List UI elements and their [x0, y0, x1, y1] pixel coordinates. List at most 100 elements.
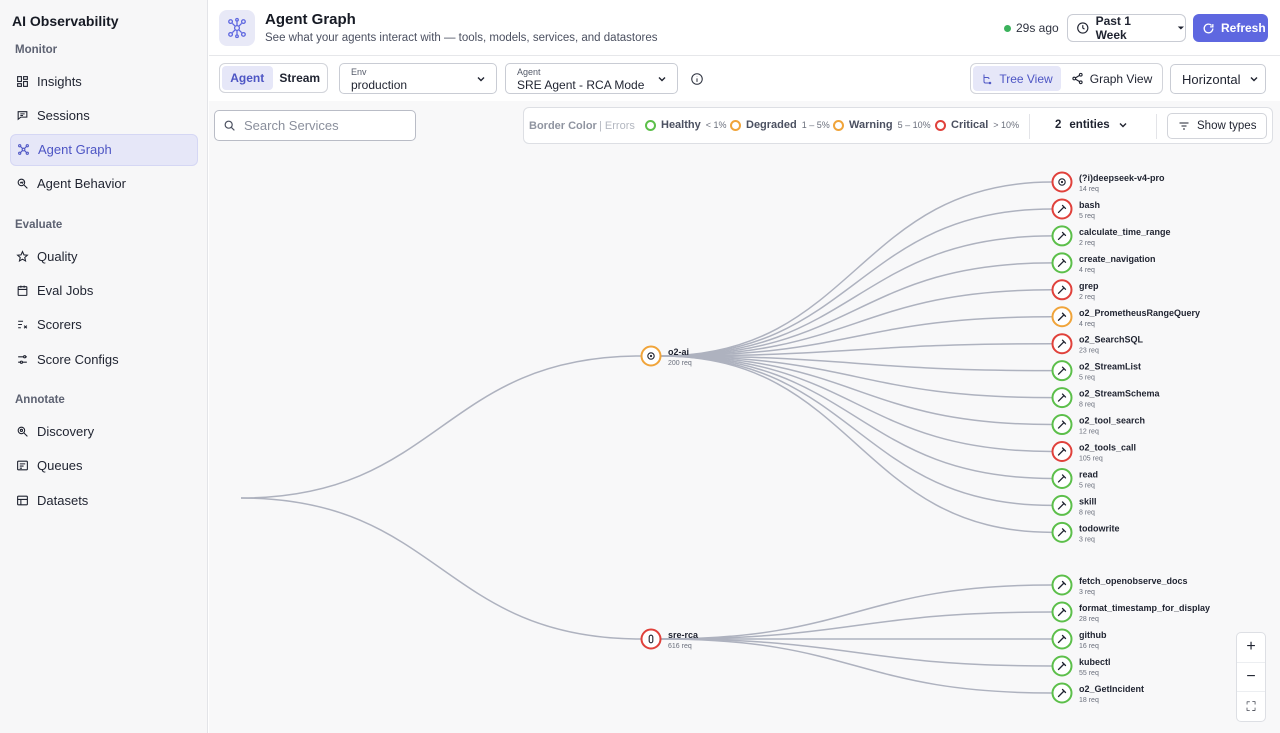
agent-select[interactable]: Agent SRE Agent - RCA Mode [505, 63, 678, 94]
star-icon [16, 249, 29, 263]
graph-edge [660, 235, 1053, 357]
show-types-label: Show types [1197, 120, 1257, 132]
node-request-count: 4 req [1079, 267, 1095, 274]
sidebar-item-quality[interactable]: Quality [10, 240, 198, 272]
graph-node-sre-rca[interactable]: sre-rca 616 req [640, 628, 700, 651]
zoom-in-button[interactable]: + [1237, 633, 1265, 663]
time-range-label: Past 1 Week [1095, 14, 1131, 42]
search-analytics-icon [16, 177, 29, 190]
sidebar-item-label: Scorers [37, 317, 82, 333]
graph-node-create_navigation[interactable]: create_navigation 4 req [1051, 252, 1156, 274]
graph-node-grep[interactable]: grep 2 req [1051, 279, 1100, 301]
graph-node-o2_GetIncident[interactable]: o2_GetIncident 18 req [1051, 682, 1145, 705]
node-status-ring [640, 628, 662, 650]
graph-node-o2_PrometheusRangeQuery[interactable]: o2_PrometheusRangeQuery 4 req [1051, 306, 1201, 328]
env-select[interactable]: Env production [339, 63, 497, 94]
tab-stream[interactable]: Stream [275, 66, 326, 90]
sidebar-item-insights[interactable]: Insights [10, 65, 198, 97]
graph-node-o2_SearchSQL[interactable]: o2_SearchSQL 23 req [1051, 333, 1144, 355]
node-label: o2_GetIncident [1079, 684, 1144, 694]
graph-edge [660, 262, 1053, 357]
node-request-count: 2 req [1079, 294, 1095, 301]
show-types-button[interactable]: Show types [1167, 113, 1267, 139]
fit-view-button[interactable]: ⛶ [1237, 692, 1265, 721]
sidebar-item-label: Quality [37, 248, 78, 264]
sidebar-item-sessions[interactable]: Sessions [10, 99, 198, 131]
node-request-count: 28 req [1079, 616, 1099, 623]
tree-view-button[interactable]: Tree View [973, 66, 1061, 91]
agent-graph-logo-icon [219, 10, 255, 46]
node-request-count: 14 req [1079, 186, 1099, 193]
graph-node-o2_tool_search[interactable]: o2_tool_search 12 req [1051, 414, 1146, 436]
graph-node-o2_tools_call[interactable]: o2_tools_call 105 req [1051, 441, 1137, 463]
entities-dropdown[interactable]: 2 entities [1055, 119, 1128, 131]
node-label: format_timestamp_for_display [1079, 603, 1210, 613]
orientation-select[interactable]: Horizontal [1170, 64, 1266, 94]
node-label: read [1079, 469, 1098, 479]
node-request-count: 5 req [1079, 482, 1095, 489]
graph-node-github[interactable]: github 16 req [1051, 628, 1107, 651]
graph-node-o2_StreamSchema[interactable]: o2_StreamSchema 8 req [1051, 387, 1161, 409]
node-request-count: 105 req [1079, 456, 1103, 463]
node-request-count: 55 req [1079, 670, 1099, 677]
sidebar-item-label: Eval Jobs [37, 283, 94, 298]
graph-node-calculate_time_range[interactable]: calculate_time_range 2 req [1051, 225, 1171, 247]
info-icon[interactable] [690, 72, 704, 86]
node-label: o2-ai [668, 347, 689, 357]
graph-node-ideepseek-v4-pro[interactable]: (?i)deepseek-v4-pro 14 req [1051, 171, 1166, 194]
graph-node-skill[interactable]: skill 8 req [1051, 494, 1097, 517]
checklist-icon [16, 318, 29, 331]
zoom-controls: + − ⛶ [1236, 632, 1266, 722]
graph-nodes: (?i)deepseek-v4-pro 14 req bash 5 req calcul… [640, 171, 1211, 705]
graph-edges [240, 181, 1053, 694]
graph-node-todowrite[interactable]: todowrite 3 req [1051, 521, 1120, 544]
sidebar-item-agent-behavior[interactable]: Agent Behavior [10, 168, 198, 200]
sidebar-item-eval-jobs[interactable]: Eval Jobs [10, 275, 198, 307]
graph-node-fetch_openobserve_docs[interactable]: fetch_openobserve_docs 3 req [1051, 574, 1188, 597]
graph-canvas[interactable]: (?i)deepseek-v4-pro 14 req bash 5 req calcul… [209, 101, 1280, 733]
search-input[interactable] [244, 118, 404, 133]
graph-view-label: Graph View [1089, 71, 1153, 86]
sidebar-item-score-configs[interactable]: Score Configs [10, 343, 198, 375]
node-request-count: 5 req [1079, 213, 1095, 220]
graph-node-format_timestamp_for_display[interactable]: format_timestamp_for_display 28 req [1051, 601, 1211, 624]
legend-degraded: Degraded 1 – 5% [730, 119, 830, 131]
graph-icon [17, 143, 30, 156]
env-select-value: production [351, 78, 408, 92]
status-dot-icon [1004, 25, 1011, 32]
agent-graph: (?i)deepseek-v4-pro 14 req bash 5 req calcul… [240, 171, 1211, 705]
sidebar-item-datasets[interactable]: Datasets [10, 484, 198, 516]
chevron-down-icon [658, 77, 666, 82]
zoom-out-button[interactable]: − [1237, 663, 1265, 693]
refresh-button[interactable]: Refresh [1193, 14, 1268, 42]
node-label: o2_StreamList [1079, 362, 1141, 372]
time-range-picker[interactable]: Past 1 Week [1067, 14, 1186, 42]
tab-agent[interactable]: Agent [222, 66, 273, 90]
graph-node-read[interactable]: read 5 req [1051, 467, 1099, 490]
sidebar-item-queues[interactable]: Queues [10, 450, 198, 482]
gear-center-icon [649, 354, 653, 358]
chevron-down-icon [1119, 123, 1127, 128]
sidebar-item-discovery[interactable]: Discovery [10, 415, 198, 447]
graph-node-bash[interactable]: bash 5 req [1051, 198, 1101, 220]
section-label-monitor: Monitor [15, 44, 58, 56]
app-root: AI Observability Monitor Insights Sessions… [0, 0, 1280, 733]
node-label: create_navigation [1079, 254, 1156, 264]
node-request-count: 2 req [1079, 240, 1095, 247]
graph-node-kubectl[interactable]: kubectl 55 req [1051, 655, 1111, 678]
legend-critical: Critical > 10% [935, 119, 1019, 131]
table-icon [16, 494, 29, 507]
sidebar: AI Observability Monitor Insights Sessions… [0, 0, 208, 733]
graph-node-o2_StreamList[interactable]: o2_StreamList 5 req [1051, 360, 1142, 382]
agent-select-label: Agent [517, 67, 541, 77]
tree-icon [983, 74, 992, 84]
sidebar-item-scorers[interactable]: Scorers [10, 309, 198, 341]
critical-ring-icon [935, 119, 946, 131]
legend-warning: Warning 5 – 10% [833, 119, 931, 131]
search-services [214, 110, 416, 141]
node-label: o2_StreamSchema [1079, 389, 1161, 399]
sidebar-item-agent-graph[interactable]: Agent Graph [10, 133, 198, 166]
node-label: o2_tools_call [1079, 443, 1136, 453]
graph-view-button[interactable]: Graph View [1063, 66, 1160, 91]
legend-title: Border Color [529, 120, 597, 132]
